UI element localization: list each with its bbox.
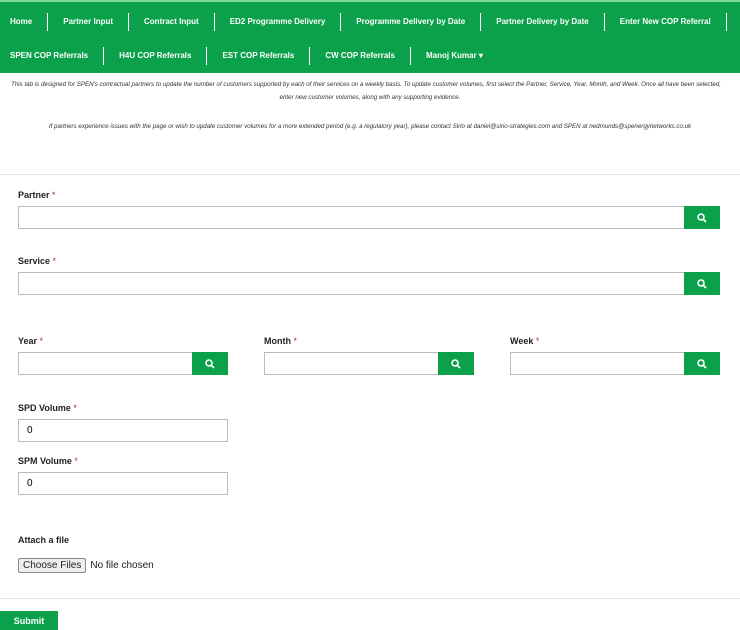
nav-partner-input[interactable]: Partner Input: [48, 13, 130, 31]
nav-programme-delivery-by-date[interactable]: Programme Delivery by Date: [341, 13, 482, 31]
month-input[interactable]: [264, 352, 440, 375]
choose-files-button[interactable]: Choose Files: [18, 558, 87, 573]
nav-enter-new-cop-referral[interactable]: Enter New COP Referral: [605, 13, 727, 31]
service-input[interactable]: [18, 272, 686, 295]
spd-volume-input[interactable]: [18, 419, 228, 442]
nav-contract-input[interactable]: Contract Input: [129, 13, 215, 31]
nav-partner-delivery-by-date[interactable]: Partner Delivery by Date: [481, 13, 605, 31]
nav-spen-cop-referrals[interactable]: SPEN COP Referrals: [0, 47, 105, 65]
divider: [0, 598, 740, 599]
search-icon: [451, 358, 461, 369]
nav-h4u-cop-referrals[interactable]: H4U COP Referrals: [104, 47, 208, 65]
search-icon: [697, 358, 707, 369]
info-line-3: If partners experience issues with the p…: [48, 123, 692, 130]
search-icon: [697, 212, 707, 223]
nav-home[interactable]: Home: [0, 13, 49, 31]
search-icon: [205, 358, 215, 369]
week-label: Week *: [510, 336, 540, 346]
divider: [0, 174, 740, 175]
nav-est-cop-referrals[interactable]: EST COP Referrals: [207, 47, 311, 65]
nav-row-2: SPEN COP Referrals H4U COP Referrals EST…: [0, 47, 498, 65]
service-label: Service *: [18, 256, 57, 266]
top-nav: Home Partner Input Contract Input ED2 Pr…: [0, 0, 740, 73]
nav-cw-cop-referrals[interactable]: CW COP Referrals: [310, 47, 411, 65]
file-status: No file chosen: [90, 560, 154, 571]
spd-volume-label: SPD Volume *: [18, 403, 77, 413]
submit-button[interactable]: Submit: [0, 611, 58, 630]
year-search-button[interactable]: [192, 352, 228, 375]
week-input[interactable]: [510, 352, 686, 375]
month-search-button[interactable]: [438, 352, 474, 375]
year-label: Year *: [18, 336, 44, 346]
attach-file-label: Attach a file: [18, 535, 70, 545]
partner-search-button[interactable]: [684, 206, 720, 229]
month-label: Month *: [264, 336, 298, 346]
nav-row-1: Home Partner Input Contract Input ED2 Pr…: [0, 13, 727, 31]
user-menu[interactable]: Manoj Kumar ▾: [411, 47, 498, 65]
info-line-2: enter new customer volumes, along with a…: [279, 94, 461, 101]
week-search-button[interactable]: [684, 352, 720, 375]
info-line-1: This tab is designed for SPEN's contract…: [11, 81, 721, 88]
file-picker: Choose Files No file chosen: [18, 558, 154, 573]
service-search-button[interactable]: [684, 272, 720, 295]
partner-input[interactable]: [18, 206, 686, 229]
search-icon: [697, 278, 707, 289]
partner-label: Partner *: [18, 190, 56, 200]
nav-ed2-programme-delivery[interactable]: ED2 Programme Delivery: [215, 13, 342, 31]
year-input[interactable]: [18, 352, 194, 375]
spm-volume-label: SPM Volume *: [18, 456, 78, 466]
spm-volume-input[interactable]: [18, 472, 228, 495]
